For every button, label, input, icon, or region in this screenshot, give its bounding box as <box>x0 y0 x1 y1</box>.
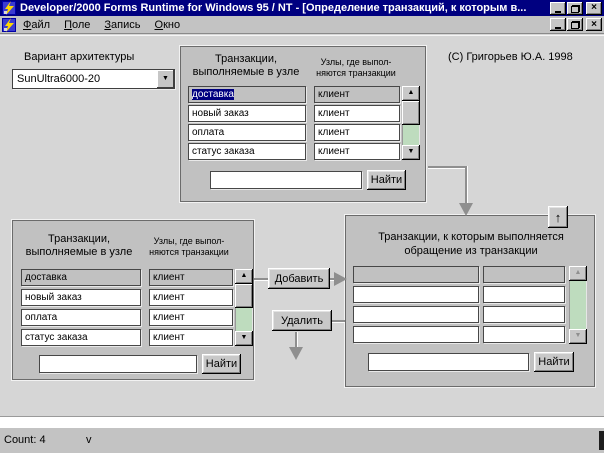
scroll-down-icon[interactable]: ▼ <box>569 329 587 344</box>
node-field[interactable] <box>483 326 565 343</box>
transaction-field[interactable] <box>353 266 479 283</box>
status-corner-mark <box>599 431 604 450</box>
node-field[interactable]: клиент <box>149 269 233 286</box>
mdi-restore-button[interactable] <box>567 18 583 31</box>
transaction-field[interactable] <box>353 306 479 323</box>
scroll-down-icon[interactable]: ▼ <box>402 145 420 160</box>
transaction-field[interactable] <box>353 326 479 343</box>
minimize-icon <box>555 10 561 13</box>
column-header-nodes: Узлы, где выпол- <box>320 57 392 67</box>
node-field[interactable]: клиент <box>149 289 233 306</box>
transaction-field[interactable]: доставка <box>21 269 141 286</box>
scrollbar-thumb[interactable] <box>402 101 420 125</box>
connector-line <box>465 166 467 204</box>
minimize-button[interactable] <box>550 1 566 15</box>
copyright-text: (С) Григорьев Ю.А. 1998 <box>448 51 573 63</box>
connector-line <box>428 166 467 168</box>
node-field[interactable] <box>483 286 565 303</box>
node-field[interactable]: клиент <box>314 86 400 103</box>
dropdown-arrow-icon[interactable]: ▼ <box>157 70 174 88</box>
transaction-field[interactable]: статус заказа <box>188 143 306 160</box>
menu-field[interactable]: Поле <box>57 18 97 32</box>
panel-header-line2: обращение из транзакции <box>404 245 538 257</box>
node-field[interactable]: клиент <box>314 124 400 141</box>
column-header-nodes-line2: няются транзакции <box>316 68 396 78</box>
mdi-minimize-button[interactable] <box>550 18 566 31</box>
panel-header: Транзакции, к которым выполняется <box>378 231 564 243</box>
connector-line <box>332 320 345 322</box>
column-header-transactions: Транзакции, <box>214 53 278 65</box>
arrow-right-icon <box>334 272 347 286</box>
menu-bar: Файл Поле Запись Окно × <box>0 16 604 34</box>
panel-node-transactions-left: Транзакции, выполняемые в узле Узлы, где… <box>11 219 255 381</box>
arrow-down-icon <box>289 347 303 360</box>
scroll-down-icon[interactable]: ▼ <box>235 331 253 346</box>
node-field[interactable] <box>483 266 565 283</box>
column-header-nodes: Узлы, где выпол- <box>153 236 225 246</box>
message-line <box>0 416 604 428</box>
add-button[interactable]: Добавить <box>268 268 330 289</box>
panel-node-transactions-top: Транзакции, выполняемые в узле Узлы, где… <box>179 45 427 203</box>
search-input[interactable] <box>210 171 362 189</box>
panel-called-transactions: Транзакции, к которым выполняется обраще… <box>344 214 596 388</box>
column-header-nodes-line2: няются транзакции <box>149 247 229 257</box>
title-bar: Developer/2000 Forms Runtime for Windows… <box>0 0 604 16</box>
scrollbar[interactable]: ▲ ▼ <box>569 266 587 344</box>
node-field[interactable] <box>483 306 565 323</box>
architecture-label: Вариант архитектуры <box>24 51 135 63</box>
restore-button[interactable] <box>567 1 583 15</box>
arrow-down-icon <box>459 203 473 216</box>
scrollbar[interactable]: ▲ ▼ <box>402 86 420 160</box>
transaction-field[interactable]: оплата <box>21 309 141 326</box>
record-count: Count: 4 <box>4 434 46 446</box>
close-button[interactable]: × <box>586 1 602 15</box>
scrollbar[interactable]: ▲ ▼ <box>235 269 253 346</box>
app-icon <box>2 1 16 15</box>
transaction-field[interactable] <box>353 286 479 303</box>
document-icon[interactable] <box>2 17 16 32</box>
architecture-select[interactable]: SunUltra6000-20 ▼ <box>12 69 175 89</box>
search-input[interactable] <box>368 353 529 371</box>
scrollbar-thumb[interactable] <box>235 284 253 308</box>
remove-button[interactable]: Удалить <box>272 310 332 331</box>
search-input[interactable] <box>39 355 197 373</box>
transaction-field[interactable]: доставка <box>188 86 306 103</box>
scroll-marker: v <box>86 434 92 446</box>
scroll-to-top-button[interactable]: ↑ <box>548 206 568 228</box>
column-header-transactions: Транзакции, <box>47 233 111 245</box>
restore-icon <box>570 4 580 13</box>
scroll-up-icon[interactable]: ▲ <box>235 269 253 284</box>
menu-window[interactable]: Окно <box>148 18 188 32</box>
window-title: Developer/2000 Forms Runtime for Windows… <box>20 2 527 14</box>
status-bar: Count: 4 v <box>0 428 604 453</box>
find-button[interactable]: Найти <box>202 354 241 374</box>
node-field[interactable]: клиент <box>149 309 233 326</box>
find-button[interactable]: Найти <box>534 352 574 372</box>
scroll-up-icon[interactable]: ▲ <box>402 86 420 101</box>
column-header-transactions-line2: выполняемые в узле <box>192 66 300 78</box>
transaction-field[interactable]: оплата <box>188 124 306 141</box>
mdi-close-button[interactable]: × <box>586 18 602 31</box>
node-field[interactable]: клиент <box>314 105 400 122</box>
menu-file[interactable]: Файл <box>16 18 57 32</box>
form-canvas: Вариант архитектуры SunUltra6000-20 ▼ (С… <box>0 35 604 416</box>
node-field[interactable]: клиент <box>149 329 233 346</box>
column-header-transactions-line2: выполняемые в узле <box>25 246 133 258</box>
transaction-field[interactable]: новый заказ <box>21 289 141 306</box>
restore-icon <box>570 21 580 29</box>
connector-line <box>295 332 297 348</box>
connector-line <box>254 278 268 280</box>
menu-record[interactable]: Запись <box>97 18 147 32</box>
scroll-up-icon[interactable]: ▲ <box>569 266 587 281</box>
scrollbar-track[interactable] <box>569 281 587 329</box>
transaction-field[interactable]: новый заказ <box>188 105 306 122</box>
minimize-icon <box>555 27 561 29</box>
find-button[interactable]: Найти <box>367 170 406 190</box>
transaction-field[interactable]: статус заказа <box>21 329 141 346</box>
node-field[interactable]: клиент <box>314 143 400 160</box>
scrollbar-track[interactable] <box>235 308 253 331</box>
architecture-value: SunUltra6000-20 <box>17 73 101 85</box>
scrollbar-track[interactable] <box>402 125 420 145</box>
